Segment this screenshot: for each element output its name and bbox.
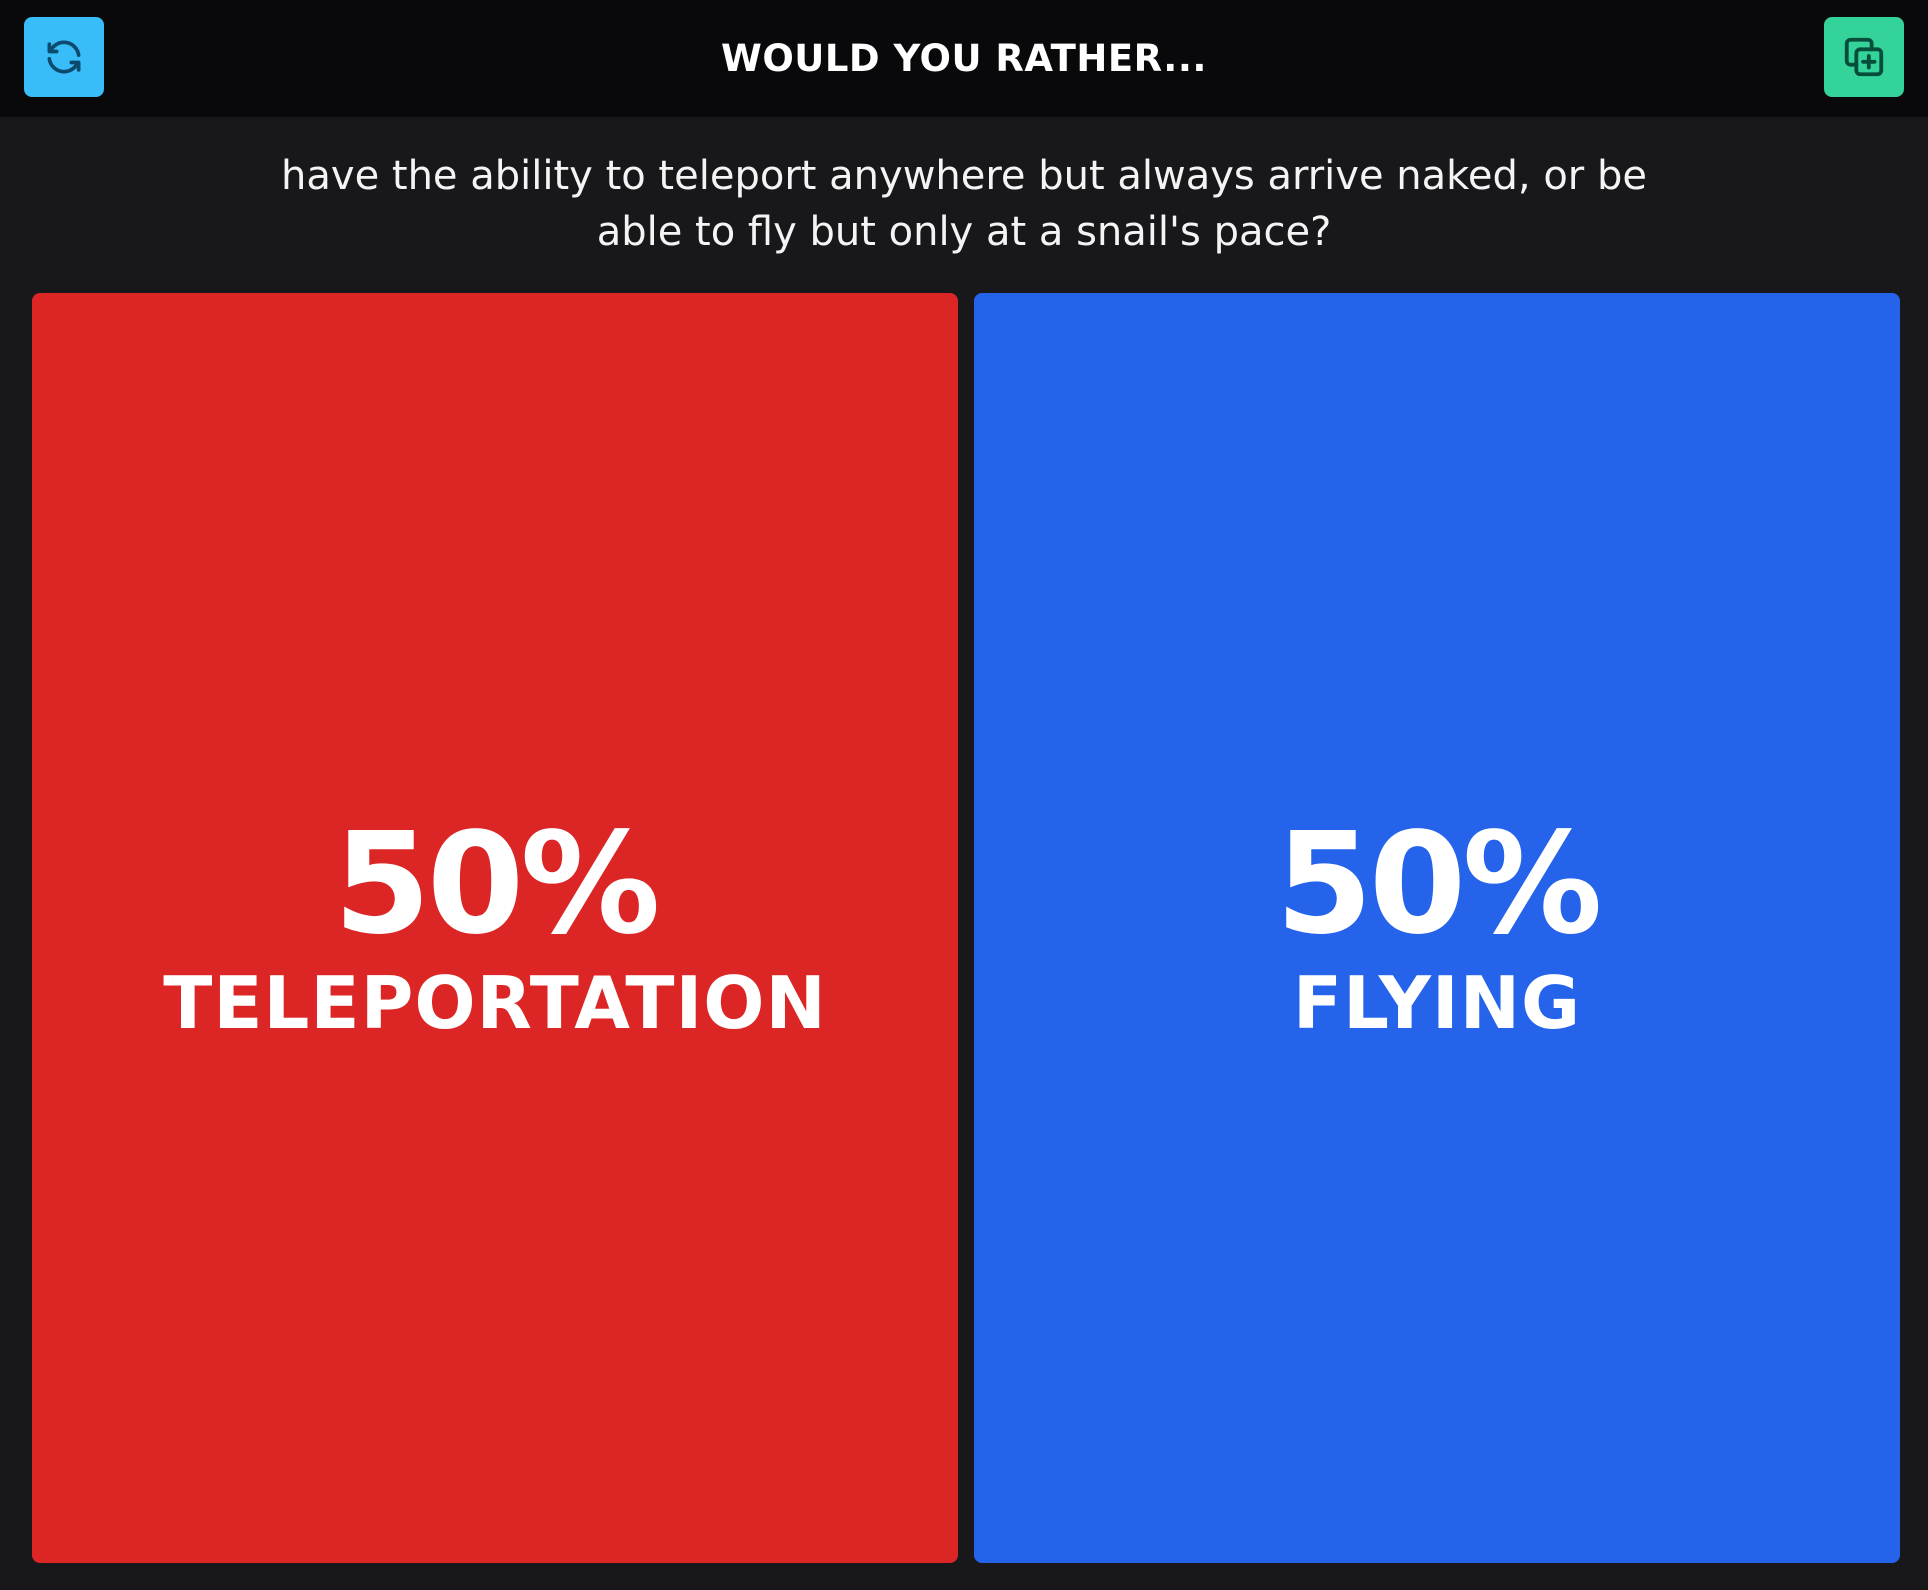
copy-plus-icon [1844,37,1884,77]
add-question-button[interactable] [1824,17,1904,97]
option-label: TELEPORTATION [163,961,827,1045]
option-percent: 50% [1275,803,1602,966]
refresh-icon [47,40,81,74]
app-title: WOULD YOU RATHER... [721,37,1207,80]
option-label: FLYING [1292,961,1582,1045]
option-flying[interactable]: 50% FLYING [974,293,1900,1563]
top-bar: WOULD YOU RATHER... [0,0,1928,117]
refresh-button[interactable] [24,17,104,97]
option-percent: 50% [333,803,660,966]
options-container: 50% TELEPORTATION 50% FLYING [32,293,1900,1563]
question-text: have the ability to teleport anywhere bu… [281,153,1647,255]
question-text-container: have the ability to teleport anywhere bu… [0,148,1928,260]
option-teleportation[interactable]: 50% TELEPORTATION [32,293,958,1563]
